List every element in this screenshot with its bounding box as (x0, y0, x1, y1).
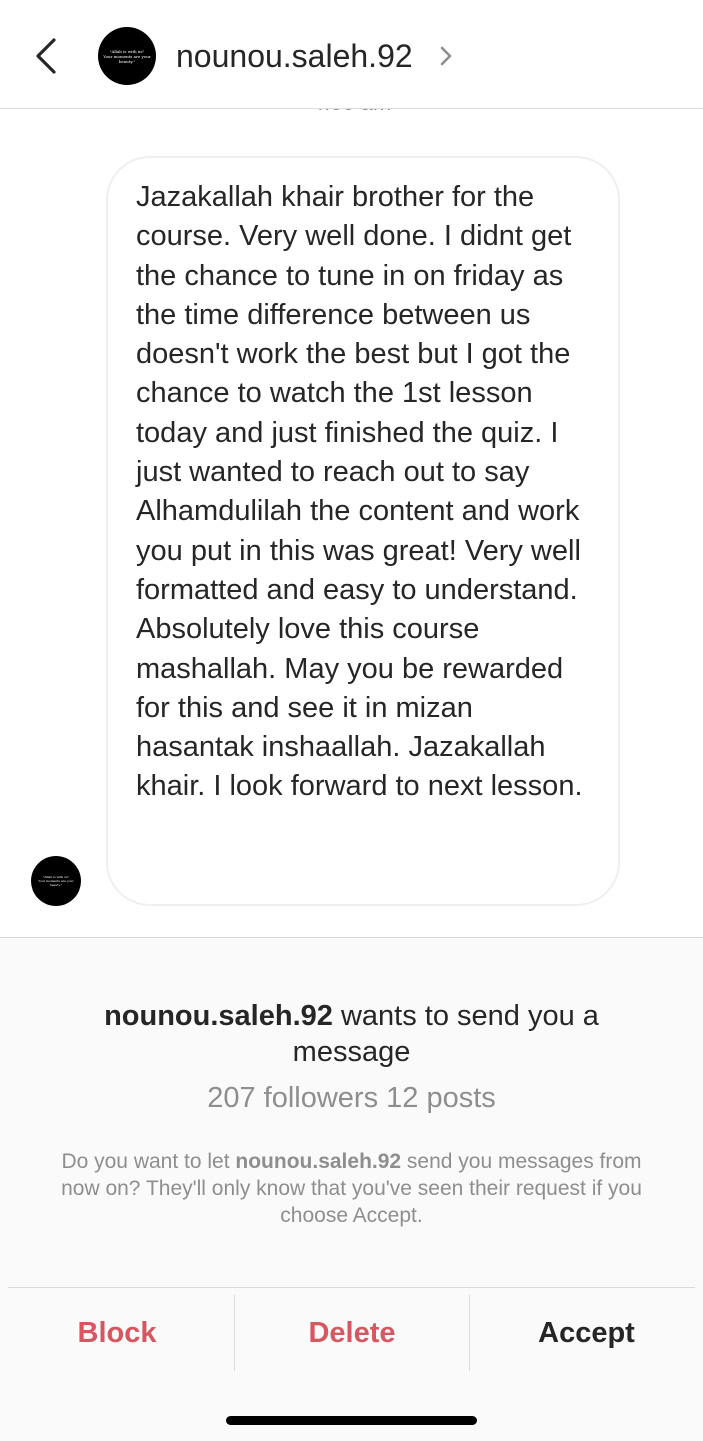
message-text: Jazakallah khair brother for the course.… (136, 181, 583, 803)
accept-button[interactable]: Accept (470, 1295, 703, 1371)
chat-header: "Allah is with us" Your moments are your… (0, 0, 703, 109)
avatar-text-line: beauty." (49, 883, 63, 887)
back-button[interactable] (26, 34, 66, 78)
request-title: nounou.saleh.92 wants to send you a mess… (90, 998, 613, 1070)
header-username[interactable]: nounou.saleh.92 (176, 36, 413, 76)
sender-avatar[interactable]: "Allah is with us" Your moments are your… (31, 856, 81, 906)
message-request-panel: nounou.saleh.92 wants to send you a mess… (0, 937, 703, 1441)
request-stats: 207 followers 12 posts (207, 1082, 496, 1114)
request-desc-username: nounou.saleh.92 (235, 1150, 402, 1173)
home-indicator[interactable] (226, 1416, 477, 1425)
block-button[interactable]: Block (0, 1295, 234, 1371)
message-bubble[interactable]: Jazakallah khair brother for the course.… (106, 156, 620, 906)
delete-button[interactable]: Delete (235, 1295, 469, 1371)
chevron-left-icon (36, 38, 56, 74)
request-desc-prefix: Do you want to let (61, 1150, 236, 1173)
chevron-right-icon (440, 46, 452, 66)
avatar-text-line: beauty." (118, 58, 136, 64)
request-title-text: wants to send you a message (292, 1000, 599, 1068)
profile-chevron[interactable] (436, 44, 456, 68)
profile-avatar[interactable]: "Allah is with us" Your moments are your… (98, 27, 156, 85)
request-username: nounou.saleh.92 (104, 1000, 333, 1032)
request-description: Do you want to let nounou.saleh.92 send … (60, 1148, 643, 1229)
action-divider (8, 1287, 695, 1288)
